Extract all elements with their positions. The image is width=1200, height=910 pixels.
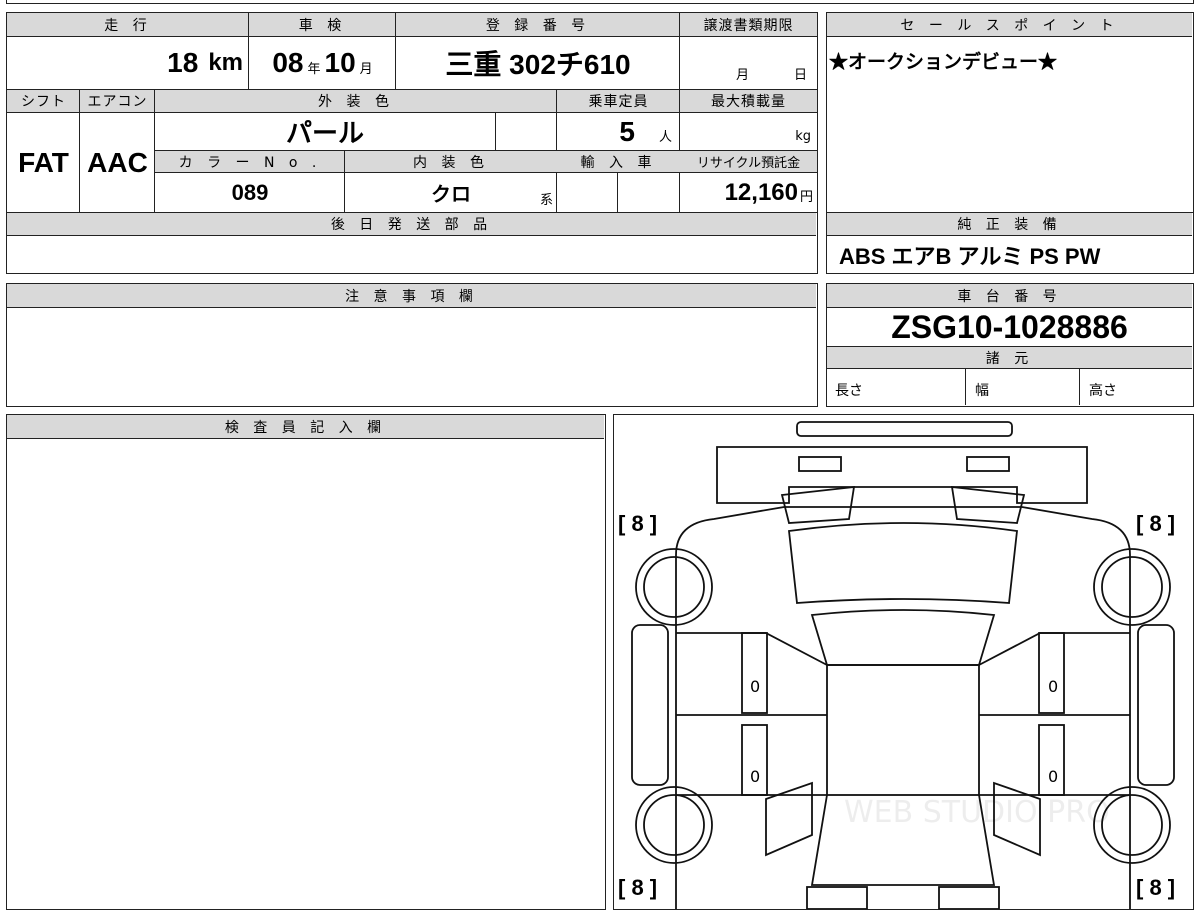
max-load-value-cell: kg — [680, 113, 817, 150]
recycle-unit: 円 — [799, 190, 813, 205]
registration-value-cell: 三重 302チ610 — [396, 37, 680, 89]
notes-header: 注 意 事 項 欄 — [7, 284, 816, 308]
equipment-text: ABS エアB アルミ PS PW — [839, 244, 1101, 269]
interior-color-suffix: 系 — [539, 193, 553, 208]
mileage-unit: km — [208, 49, 243, 76]
color-no-value-cell: 089 — [155, 173, 345, 212]
chassis-header: 車 台 番 号 — [827, 284, 1192, 308]
max-load-unit: kg — [795, 129, 811, 144]
notes-box: 注 意 事 項 欄 — [6, 283, 818, 407]
shift-value: FAT — [18, 146, 69, 178]
tire-tread-rear-right: [ 8 ] — [1136, 875, 1176, 900]
exterior-color-header: 外 装 色 — [155, 90, 557, 113]
inspection-month: 10 — [324, 47, 356, 78]
equipment-header: 純 正 装 備 — [827, 213, 1192, 236]
door-score-front-left: 0 — [750, 677, 761, 696]
later-parts-box: 後 日 発 送 部 品 — [6, 212, 818, 274]
sales-point-text: ★オークションデビュー★ — [829, 52, 1058, 73]
spec-height-label: 高さ — [1089, 383, 1117, 399]
mileage-value-cell: 18 km — [7, 37, 249, 89]
watermark: WEB STUDIO PRO — [844, 795, 1110, 830]
exterior-color-value-cell: パール — [155, 113, 495, 150]
registration-header: 登 録 番 号 — [396, 13, 680, 37]
aircon-value: AAC — [87, 146, 148, 178]
inspection-value-cell: 08 年 10 月 — [249, 37, 396, 89]
shift-header: シフト — [7, 90, 80, 113]
capacity-value-cell: 5 人 — [557, 113, 680, 150]
specs-header: 諸 元 — [827, 347, 1192, 369]
inspection-month-unit: 月 — [359, 61, 373, 77]
aircon-header: エアコン — [80, 90, 155, 113]
max-load-header: 最大積載量 — [680, 90, 817, 113]
aircon-value-cell: AAC — [80, 113, 155, 212]
deadline-month-unit: 月 — [736, 68, 750, 83]
tire-tread-rear-left: [ 8 ] — [618, 875, 658, 900]
tire-tread-front-right: [ 8 ] — [1136, 511, 1176, 536]
interior-color-value-cell: クロ 系 — [345, 173, 557, 212]
capacity-header: 乗車定員 — [557, 90, 680, 113]
spec-length-label: 長さ — [835, 383, 863, 399]
recycle-value-cell: 12,160 円 — [680, 173, 817, 212]
mileage-value: 18 — [167, 47, 199, 78]
import-header: 輸 入 車 — [557, 151, 680, 173]
recycle-header: リサイクル預託金 — [680, 151, 817, 173]
top-clipped-strip — [6, 0, 1194, 4]
inspection-year-unit: 年 — [307, 61, 321, 77]
deadline-day-unit: 日 — [793, 68, 807, 83]
capacity-unit: 人 — [658, 130, 672, 145]
inspection-year: 08 — [272, 47, 304, 78]
transfer-deadline-header: 譲渡書類期限 — [680, 13, 817, 37]
interior-color-header: 内 装 色 — [345, 151, 557, 173]
mileage-header: 走 行 — [7, 13, 249, 37]
inspection-header: 車 検 — [249, 13, 396, 37]
vehicle-info-table: 走 行 車 検 登 録 番 号 譲渡書類期限 18 km 08 年 10 月 三… — [6, 12, 818, 213]
sales-point-header: セ ー ル ス ポ イ ン ト — [827, 13, 1192, 37]
color-no-header: カ ラ ー N o . — [155, 151, 345, 173]
interior-color-value: クロ — [431, 184, 471, 206]
deadline-value-cell: 月 日 — [680, 37, 817, 89]
door-score-front-right: 0 — [1048, 677, 1059, 696]
door-score-rear-right: 0 — [1048, 767, 1059, 786]
spec-width-label: 幅 — [975, 383, 989, 399]
chassis-box: 車 台 番 号 ZSG10-1028886 諸 元 長さ 幅 高さ — [826, 283, 1194, 407]
color-no-value: 089 — [231, 179, 269, 205]
chassis-value: ZSG10-1028886 — [891, 308, 1128, 345]
inspector-box: 検 査 員 記 入 欄 — [6, 414, 606, 910]
recycle-value: 12,160 — [724, 178, 798, 206]
car-diagram-box: [ 8 ] [ 8 ] [ 8 ] [ 8 ] 0 0 0 0 WEB STUD… — [613, 414, 1194, 910]
equipment-box: 純 正 装 備 ABS エアB アルミ PS PW — [826, 212, 1194, 274]
chassis-value-cell: ZSG10-1028886 — [827, 308, 1192, 346]
sales-point-box: セ ー ル ス ポ イ ン ト ★オークションデビュー★ — [826, 12, 1194, 213]
car-diagram — [631, 421, 1175, 909]
tire-tread-front-left: [ 8 ] — [618, 511, 658, 536]
inspector-header: 検 査 員 記 入 欄 — [7, 415, 604, 439]
capacity-value: 5 — [619, 115, 635, 147]
shift-value-cell: FAT — [7, 113, 80, 212]
exterior-color-value: パール — [285, 118, 364, 148]
door-score-rear-left: 0 — [750, 767, 761, 786]
registration-value: 三重 302チ610 — [445, 49, 631, 80]
later-parts-header: 後 日 発 送 部 品 — [7, 213, 816, 236]
